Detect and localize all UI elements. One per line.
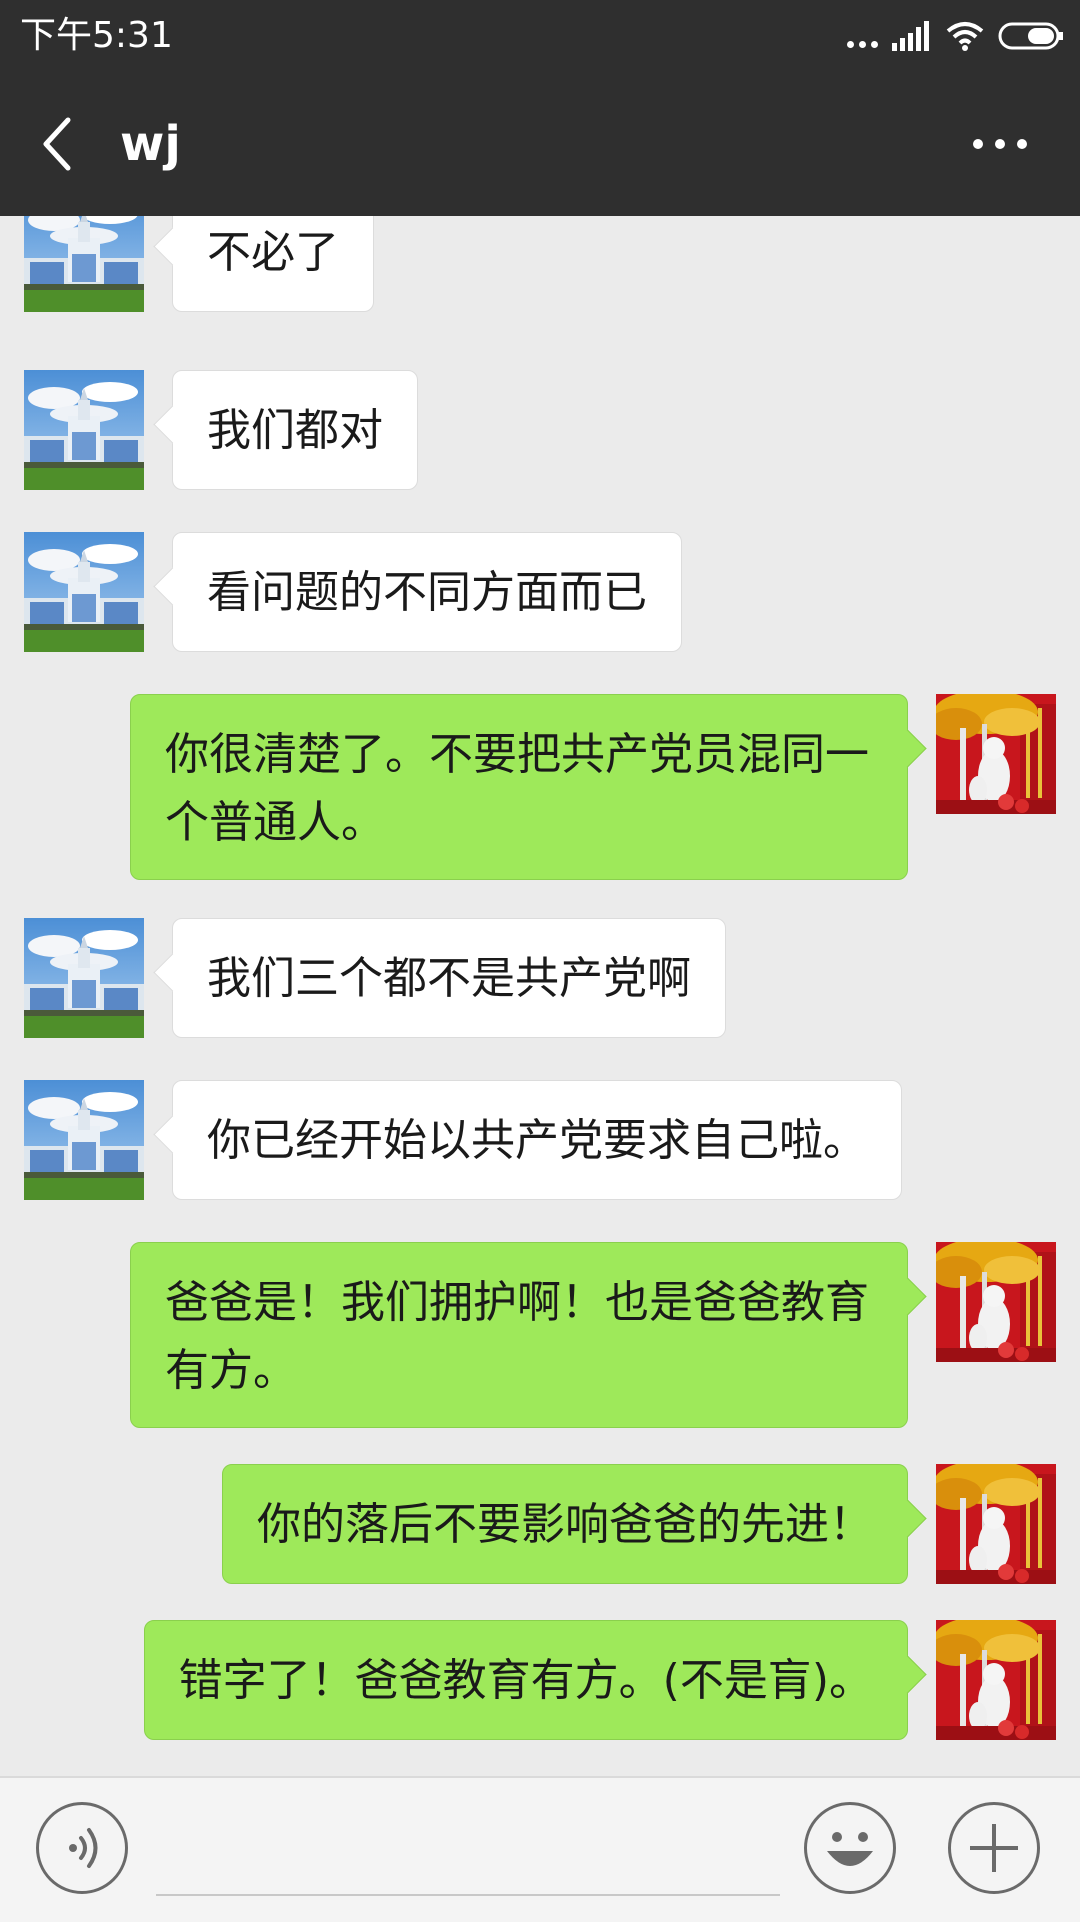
outgoing-message-bubble[interactable]: 错字了！爸爸教育有方。(不是肓)。 [143,1620,908,1740]
outgoing-message-bubble[interactable]: 你的落后不要影响爸爸的先进！ [222,1464,908,1584]
incoming-message-bubble[interactable]: 你已经开始以共产党要求自己啦。 [172,1080,902,1200]
signal-icon [892,21,929,51]
message-text: 你已经开始以共产党要求自己啦。 [207,1115,867,1166]
outgoing-message-bubble[interactable]: 你很清楚了。不要把共产党员混同一个普通人。 [130,694,908,880]
incoming-message-bubble[interactable]: 我们三个都不是共产党啊 [172,918,726,1038]
back-button[interactable] [28,112,92,176]
plus-button[interactable] [948,1802,1040,1894]
my-avatar[interactable] [936,694,1056,814]
message-text: 我们都对 [207,405,383,456]
emoji-button[interactable] [804,1802,896,1894]
status-icons [847,20,1064,52]
message-text: 我们三个都不是共产党啊 [207,953,691,1004]
input-bar [0,1776,1080,1922]
incoming-message-bubble[interactable]: 我们都对 [172,370,418,490]
my-avatar[interactable] [936,1242,1056,1362]
contact-avatar[interactable] [24,918,144,1038]
contact-avatar[interactable] [24,1080,144,1200]
more-button[interactable] [960,122,1040,166]
outgoing-message-bubble[interactable]: 爸爸是！我们拥护啊！也是爸爸教育有方。 [130,1242,908,1428]
message-text: 爸爸是！我们拥护啊！也是爸爸教育有方。 [165,1277,869,1396]
voice-icon [69,1828,98,1868]
message-text: 你很清楚了。不要把共产党员混同一个普通人。 [165,729,869,848]
message-text: 你的落后不要影响爸爸的先进！ [257,1499,873,1550]
voice-button[interactable] [36,1802,128,1894]
message-text: 看问题的不同方面而已 [207,567,647,618]
contact-avatar[interactable] [24,216,144,312]
message-list[interactable]: 不必了 我们都对 看问题的不同方面而已 你很清楚了。不要把共产党员混同一个普通人… [0,216,1080,1776]
plus-icon [970,1824,1018,1872]
message-text: 不必了 [207,227,339,278]
chat-header: wj [0,72,1080,216]
wifi-icon [946,22,984,51]
chevron-left-icon [43,117,71,171]
message-input[interactable] [156,1894,780,1896]
battery-icon [998,22,1063,50]
my-avatar[interactable] [936,1620,1056,1740]
more-dots-icon [847,20,878,52]
incoming-message-bubble[interactable]: 不必了 [172,216,374,312]
my-avatar[interactable] [936,1464,1056,1584]
smiley-icon [827,1832,873,1866]
more-horizontal-icon [973,139,983,149]
contact-avatar[interactable] [24,532,144,652]
status-bar: 下午5:31 [0,0,1080,72]
chat-title: wj [120,116,181,172]
contact-avatar[interactable] [24,370,144,490]
incoming-message-bubble[interactable]: 看问题的不同方面而已 [172,532,682,652]
status-time: 下午5:31 [20,15,173,56]
message-text: 错字了！爸爸教育有方。(不是肓)。 [178,1655,873,1706]
